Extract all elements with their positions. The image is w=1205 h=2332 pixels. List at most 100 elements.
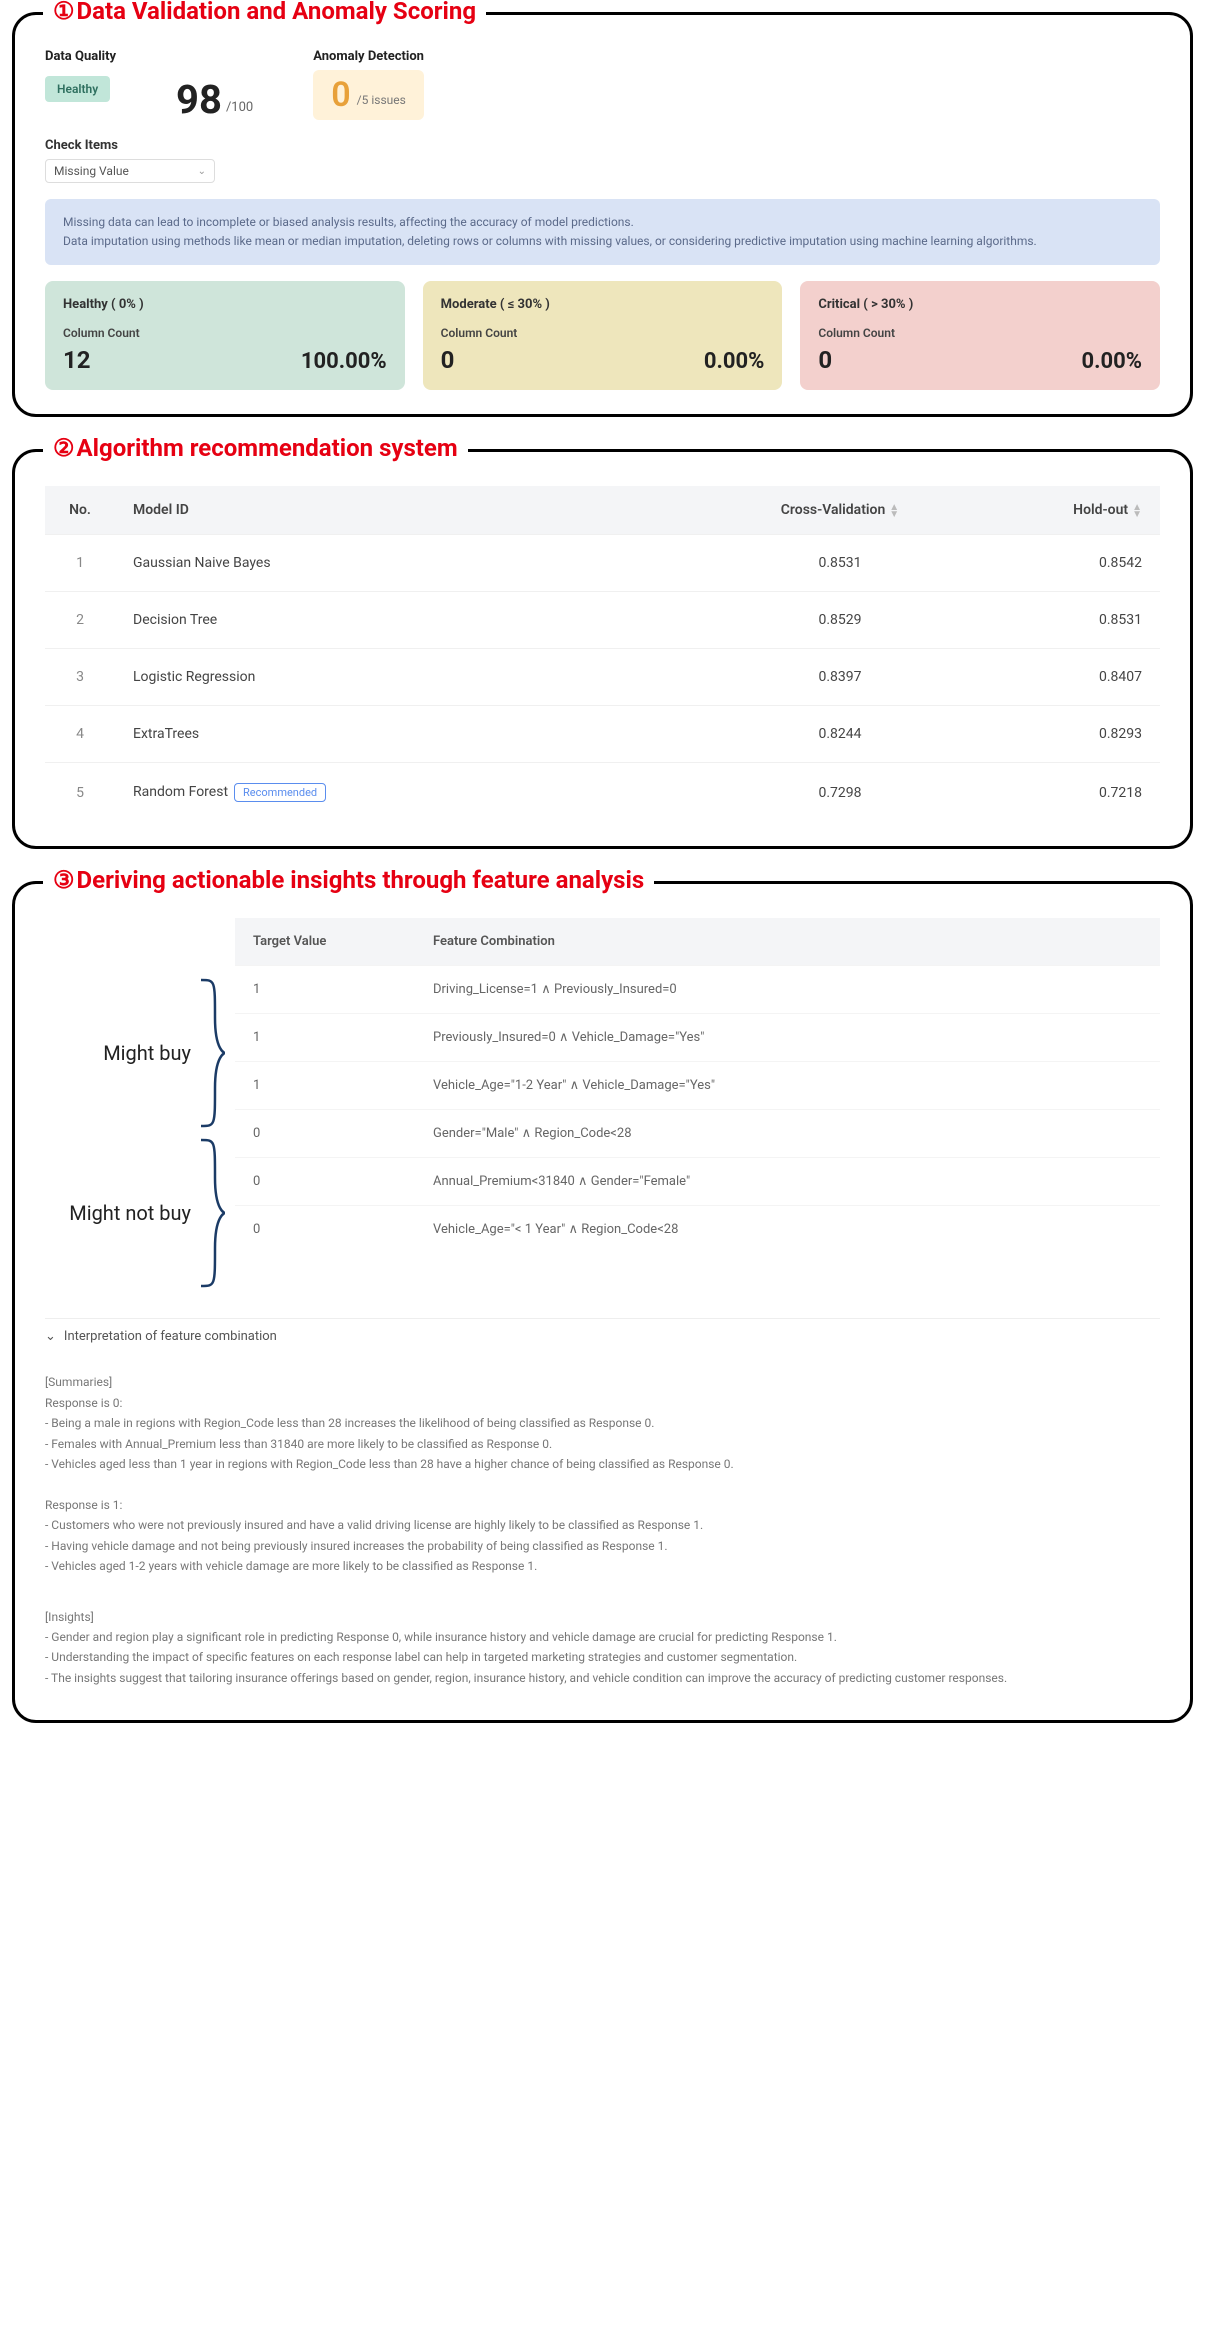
card-moderate-sub: Column Count <box>441 326 765 340</box>
data-quality-block: Data Quality Healthy <box>45 49 116 120</box>
model-table: No. Model ID Cross-Validation▲▼ Hold-out… <box>45 486 1160 822</box>
cell-model: Gaussian Naive Bayes <box>115 535 720 592</box>
col-holdout[interactable]: Hold-out▲▼ <box>960 486 1160 535</box>
card-critical-title: Critical ( > 30% ) <box>818 297 1142 312</box>
card-healthy: Healthy ( 0% ) Column Count 12 100.00% <box>45 281 405 390</box>
cell-feature: Previously_Insured=0 ∧ Vehicle_Damage="Y… <box>415 1014 1160 1062</box>
cell-target: 1 <box>235 966 415 1014</box>
label-might-buy: Might buy <box>103 1042 191 1064</box>
cell-holdout: 0.8293 <box>960 706 1160 763</box>
table-row[interactable]: 1Vehicle_Age="1-2 Year" ∧ Vehicle_Damage… <box>235 1062 1160 1110</box>
bracket-icon <box>197 1138 225 1288</box>
cell-cv: 0.8244 <box>720 706 960 763</box>
cell-model: Random ForestRecommended <box>115 763 720 823</box>
table-row[interactable]: 5Random ForestRecommended0.72980.7218 <box>45 763 1160 823</box>
cell-model: ExtraTrees <box>115 706 720 763</box>
card-critical-sub: Column Count <box>818 326 1142 340</box>
bracket-icon <box>197 978 225 1128</box>
col-cv[interactable]: Cross-Validation▲▼ <box>720 486 960 535</box>
card-critical-pct: 0.00% <box>1082 349 1143 374</box>
cell-no: 5 <box>45 763 115 823</box>
r1-line: - Customers who were not previously insu… <box>45 1515 1160 1535</box>
col-feature-combo[interactable]: Feature Combination <box>415 918 1160 966</box>
table-row[interactable]: 1Previously_Insured=0 ∧ Vehicle_Damage="… <box>235 1014 1160 1062</box>
cell-holdout: 0.8407 <box>960 649 1160 706</box>
card-moderate-count: 0 <box>441 346 455 374</box>
table-row[interactable]: 0Annual_Premium<31840 ∧ Gender="Female" <box>235 1158 1160 1206</box>
card-moderate-pct: 0.00% <box>704 349 765 374</box>
cell-target: 0 <box>235 1158 415 1206</box>
select-value: Missing Value <box>54 164 129 178</box>
accordion-label: Interpretation of feature combination <box>64 1329 277 1344</box>
col-no[interactable]: No. <box>45 486 115 535</box>
sort-icon: ▲▼ <box>889 504 899 518</box>
cell-holdout: 0.7218 <box>960 763 1160 823</box>
cell-no: 3 <box>45 649 115 706</box>
table-row[interactable]: 2Decision Tree0.85290.8531 <box>45 592 1160 649</box>
panel-insights: ③ Deriving actionable insights through f… <box>12 881 1193 1723</box>
r0-line: - Females with Annual_Premium less than … <box>45 1434 1160 1454</box>
cell-feature: Vehicle_Age="< 1 Year" ∧ Region_Code<28 <box>415 1206 1160 1254</box>
panel2-num-icon: ② <box>53 434 75 462</box>
panel1-title-text: Data Validation and Anomaly Scoring <box>77 0 477 25</box>
panel1-num-icon: ① <box>53 0 75 25</box>
label-might-not-buy: Might not buy <box>69 1202 191 1224</box>
table-row[interactable]: 0Vehicle_Age="< 1 Year" ∧ Region_Code<28 <box>235 1206 1160 1254</box>
cell-feature: Gender="Male" ∧ Region_Code<28 <box>415 1110 1160 1158</box>
cell-holdout: 0.8542 <box>960 535 1160 592</box>
card-healthy-pct: 100.00% <box>301 349 387 374</box>
card-moderate-title: Moderate ( ≤ 30% ) <box>441 297 765 312</box>
card-healthy-sub: Column Count <box>63 326 387 340</box>
recommended-tag: Recommended <box>234 783 326 802</box>
cell-holdout: 0.8531 <box>960 592 1160 649</box>
anomaly-box: 0 /5 issues <box>313 70 424 120</box>
col-model[interactable]: Model ID <box>115 486 720 535</box>
anomaly-count: 0 <box>331 78 350 112</box>
info-banner: Missing data can lead to incomplete or b… <box>45 199 1160 265</box>
insights-header: [Insights] <box>45 1607 1160 1627</box>
feature-table: Target Value Feature Combination 1Drivin… <box>235 918 1160 1253</box>
cell-model: Decision Tree <box>115 592 720 649</box>
healthy-badge: Healthy <box>45 76 110 102</box>
cell-target: 1 <box>235 1062 415 1110</box>
panel1-title: ① Data Validation and Anomaly Scoring <box>43 0 486 25</box>
insight-line: - Understanding the impact of specific f… <box>45 1647 1160 1667</box>
r1-header: Response is 1: <box>45 1495 1160 1515</box>
insight-line: - Gender and region play a significant r… <box>45 1627 1160 1647</box>
card-critical-count: 0 <box>818 346 832 374</box>
r0-header: Response is 0: <box>45 1393 1160 1413</box>
cell-feature: Driving_License=1 ∧ Previously_Insured=0 <box>415 966 1160 1014</box>
table-row[interactable]: 1Gaussian Naive Bayes0.85310.8542 <box>45 535 1160 592</box>
r1-line: - Vehicles aged 1-2 years with vehicle d… <box>45 1556 1160 1576</box>
chevron-down-icon: ⌄ <box>198 166 206 177</box>
cell-feature: Annual_Premium<31840 ∧ Gender="Female" <box>415 1158 1160 1206</box>
score-max: /100 <box>226 100 253 120</box>
interpretation-accordion[interactable]: ⌄ Interpretation of feature combination <box>45 1318 1160 1354</box>
interpretation-body: [Summaries] Response is 0: - Being a mal… <box>45 1354 1160 1696</box>
col-target-value[interactable]: Target Value <box>235 918 415 966</box>
panel-algorithm-rec: ② Algorithm recommendation system No. Mo… <box>12 449 1193 849</box>
table-row[interactable]: 4ExtraTrees0.82440.8293 <box>45 706 1160 763</box>
card-moderate: Moderate ( ≤ 30% ) Column Count 0 0.00% <box>423 281 783 390</box>
cell-model: Logistic Regression <box>115 649 720 706</box>
sort-icon: ▲▼ <box>1132 504 1142 518</box>
table-row[interactable]: 0Gender="Male" ∧ Region_Code<28 <box>235 1110 1160 1158</box>
cell-no: 2 <box>45 592 115 649</box>
cell-cv: 0.8531 <box>720 535 960 592</box>
table-row[interactable]: 3Logistic Regression0.83970.8407 <box>45 649 1160 706</box>
banner-line2: Data imputation using methods like mean … <box>63 232 1142 251</box>
check-items-select[interactable]: Missing Value ⌄ <box>45 159 215 183</box>
anomaly-block: Anomaly Detection 0 /5 issues <box>313 49 424 120</box>
panel2-title-text: Algorithm recommendation system <box>77 434 458 462</box>
chevron-down-icon: ⌄ <box>45 1329 56 1344</box>
panel3-title-text: Deriving actionable insights through fea… <box>77 866 645 894</box>
panel3-num-icon: ③ <box>53 866 75 894</box>
card-healthy-count: 12 <box>63 346 91 374</box>
card-healthy-title: Healthy ( 0% ) <box>63 297 387 312</box>
cell-target: 0 <box>235 1110 415 1158</box>
table-row[interactable]: 1Driving_License=1 ∧ Previously_Insured=… <box>235 966 1160 1014</box>
r0-line: - Vehicles aged less than 1 year in regi… <box>45 1454 1160 1474</box>
insight-line: - The insights suggest that tailoring in… <box>45 1668 1160 1688</box>
card-critical: Critical ( > 30% ) Column Count 0 0.00% <box>800 281 1160 390</box>
anomaly-label: Anomaly Detection <box>313 49 424 64</box>
